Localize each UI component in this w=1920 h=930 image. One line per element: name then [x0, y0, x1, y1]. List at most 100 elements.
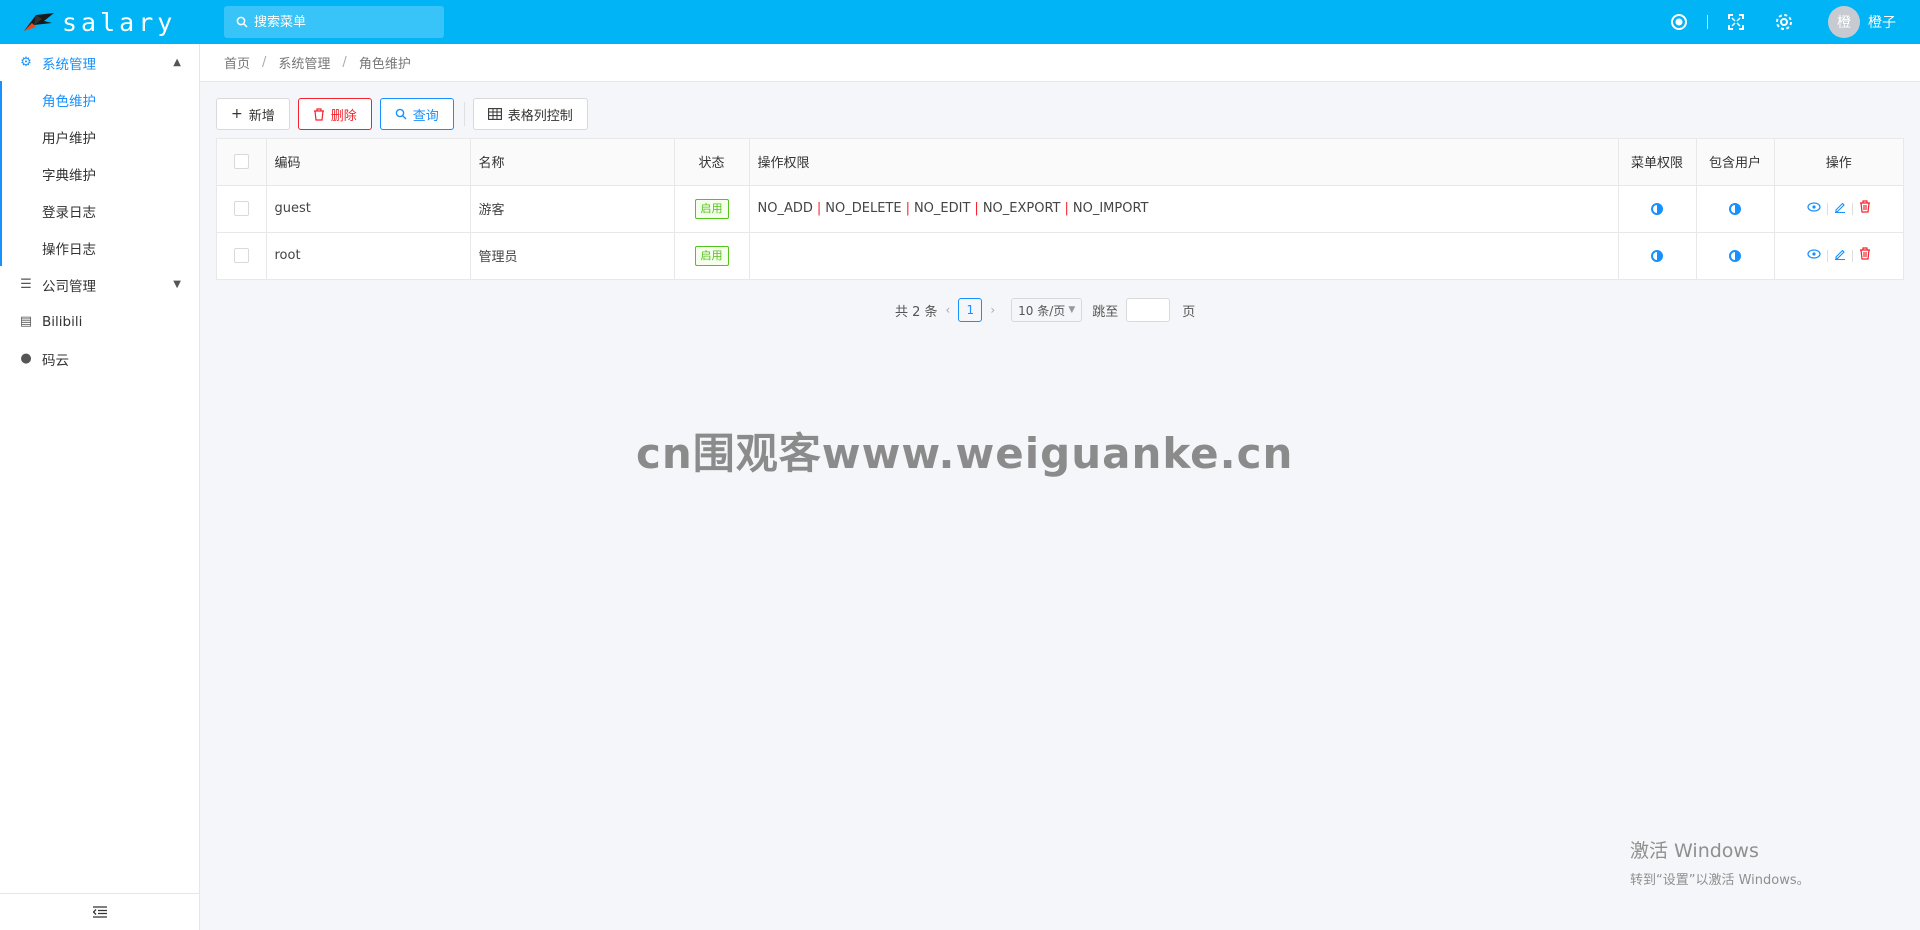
page-size-select[interactable]: 10 条/页 ▼	[1011, 298, 1083, 322]
menu-perm-icon[interactable]	[1651, 202, 1663, 215]
radio-icon[interactable]	[1667, 10, 1691, 34]
sidebar-group-company[interactable]: ☰ 公司管理 ▼	[0, 266, 199, 303]
trash-icon[interactable]	[1853, 247, 1877, 264]
jump-label: 跳至	[1092, 304, 1119, 320]
header-code[interactable]: 编码	[266, 139, 471, 186]
trash-icon[interactable]	[1853, 200, 1877, 217]
sidebar: ⚙ 系统管理 ▲ 角色维护 用户维护 字典维护 登录日志 操作日志 ☰ 公司管理…	[0, 44, 200, 930]
app-logo[interactable]: salary	[0, 0, 200, 44]
breadcrumb: 首页 / 系统管理 / 角色维护	[200, 44, 1920, 82]
cell-permissions: NO_ADD | NO_DELETE | NO_EDIT | NO_EXPORT | NO_IM…	[749, 185, 1619, 233]
column-control-button[interactable]: 表格列控制	[472, 98, 588, 130]
page-1-button[interactable]: 1	[958, 298, 983, 322]
edit-icon[interactable]	[1828, 248, 1852, 264]
perm-tag: NO_IMPORT	[1072, 201, 1149, 216]
cell-code: guest	[266, 185, 471, 233]
plus-icon: +	[231, 106, 243, 122]
users-icon[interactable]	[1729, 202, 1741, 215]
site-watermark: cn围观客www.weiguanke.cn	[636, 429, 1294, 478]
table-toolbar: + 新增 删除 查询 表格列控制	[216, 98, 596, 130]
cell-code: root	[266, 232, 471, 279]
activation-subtitle: 转到“设置”以激活 Windows。	[1630, 873, 1810, 888]
logo-text: salary	[62, 7, 177, 37]
add-button[interactable]: + 新增	[216, 98, 290, 130]
status-badge: 启用	[694, 198, 729, 219]
list-icon: ☰	[20, 277, 32, 292]
chevron-left-icon[interactable]: ‹	[946, 303, 951, 317]
eye-icon[interactable]	[1801, 201, 1827, 216]
cell-name: 管理员	[470, 232, 675, 279]
pagination-total: 共 2 条	[895, 304, 938, 320]
avatar[interactable]: 橙	[1828, 6, 1860, 38]
table-row[interactable]: guest 游客 启用 NO_ADD | NO_DELETE | NO_EDIT | NO_…	[217, 185, 1903, 233]
eye-icon[interactable]	[1801, 248, 1827, 263]
github-icon: ●	[20, 351, 32, 366]
sidebar-link-label: 码云	[42, 352, 69, 369]
username[interactable]: 橙子	[1868, 12, 1896, 32]
breadcrumb-current: 角色维护	[358, 57, 411, 72]
sidebar-item-op-log[interactable]: 操作日志	[0, 229, 199, 266]
sidebar-link-gitee[interactable]: ● 码云	[0, 340, 199, 377]
query-button[interactable]: 查询	[379, 98, 454, 130]
windows-activation-notice: 激活 Windows 转到“设置”以激活 Windows。	[1630, 836, 1810, 888]
role-table: 编码 名称 状态 操作权限 菜单权限 包含用户 操作 guest 游客 启用 N…	[216, 138, 1904, 280]
sidebar-link-bilibili[interactable]: ▤ Bilibili	[0, 303, 199, 340]
top-header: salary 橙 橙子	[0, 0, 1920, 44]
activation-title: 激活 Windows	[1630, 840, 1759, 862]
toolbar-divider	[463, 102, 465, 126]
perm-tag: NO_ADD	[757, 201, 813, 216]
gears-icon: ⚙	[20, 55, 32, 70]
chevron-down-icon: ▼	[173, 279, 181, 290]
header-status[interactable]: 状态	[674, 139, 750, 186]
search-input[interactable]	[254, 14, 434, 30]
chevron-right-icon[interactable]: ›	[990, 303, 995, 317]
status-badge: 启用	[694, 245, 729, 266]
delete-button[interactable]: 删除	[297, 98, 372, 130]
perm-tag: NO_EXPORT	[982, 201, 1061, 216]
chevron-down-icon: ▼	[1068, 305, 1076, 315]
sidebar-group-system[interactable]: ⚙ 系统管理 ▲	[0, 44, 199, 81]
table-header-row: 编码 名称 状态 操作权限 菜单权限 包含用户 操作	[217, 139, 1903, 186]
id-card-icon: ▤	[19, 314, 33, 329]
sidebar-item-dict[interactable]: 字典维护	[0, 155, 199, 192]
table-icon	[487, 108, 502, 120]
breadcrumb-home[interactable]: 首页	[224, 53, 250, 72]
users-icon[interactable]	[1729, 249, 1741, 262]
pagination: 共 2 条 ‹ 1 › 10 条/页 ▼ 跳至 页	[895, 297, 1195, 323]
sidebar-link-label: Bilibili	[42, 313, 83, 330]
sidebar-group-label: 公司管理	[42, 278, 96, 295]
header-divider	[1707, 15, 1708, 29]
sidebar-group-label: 系统管理	[42, 56, 96, 73]
sidebar-item-user[interactable]: 用户维护	[0, 118, 199, 155]
sidebar-item-role[interactable]: 角色维护	[0, 81, 199, 118]
table-row[interactable]: root 管理员 启用	[217, 232, 1903, 279]
sidebar-item-login-log[interactable]: 登录日志	[0, 192, 199, 229]
search-icon	[395, 108, 407, 120]
fullscreen-icon[interactable]	[1724, 10, 1748, 34]
perm-tag: NO_DELETE	[825, 201, 902, 216]
trash-icon	[313, 107, 324, 121]
header-actions[interactable]: 操作	[1774, 139, 1903, 186]
chevron-up-icon: ▲	[173, 57, 181, 68]
breadcrumb-system[interactable]: 系统管理	[278, 53, 330, 72]
menu-perm-icon[interactable]	[1651, 249, 1663, 262]
search-icon	[236, 16, 248, 28]
row-checkbox[interactable]	[233, 248, 249, 264]
header-name[interactable]: 名称	[470, 139, 675, 186]
menu-search[interactable]	[224, 6, 444, 38]
edit-icon[interactable]	[1828, 201, 1852, 217]
perm-tag: NO_EDIT	[913, 201, 971, 216]
logo-bird-icon	[24, 13, 54, 31]
select-all-checkbox[interactable]	[233, 154, 249, 170]
row-checkbox[interactable]	[233, 201, 249, 216]
header-permissions[interactable]: 操作权限	[749, 139, 1619, 186]
collapse-sidebar-button[interactable]	[0, 893, 199, 930]
menu-fold-icon	[92, 906, 107, 918]
jump-page-input[interactable]	[1126, 298, 1171, 322]
page-label: 页	[1182, 304, 1196, 320]
header-users[interactable]: 包含用户	[1696, 139, 1775, 186]
cell-name: 游客	[470, 185, 675, 233]
header-menu-perms[interactable]: 菜单权限	[1618, 139, 1697, 186]
gear-icon[interactable]	[1772, 10, 1796, 34]
cell-permissions	[749, 232, 1619, 279]
